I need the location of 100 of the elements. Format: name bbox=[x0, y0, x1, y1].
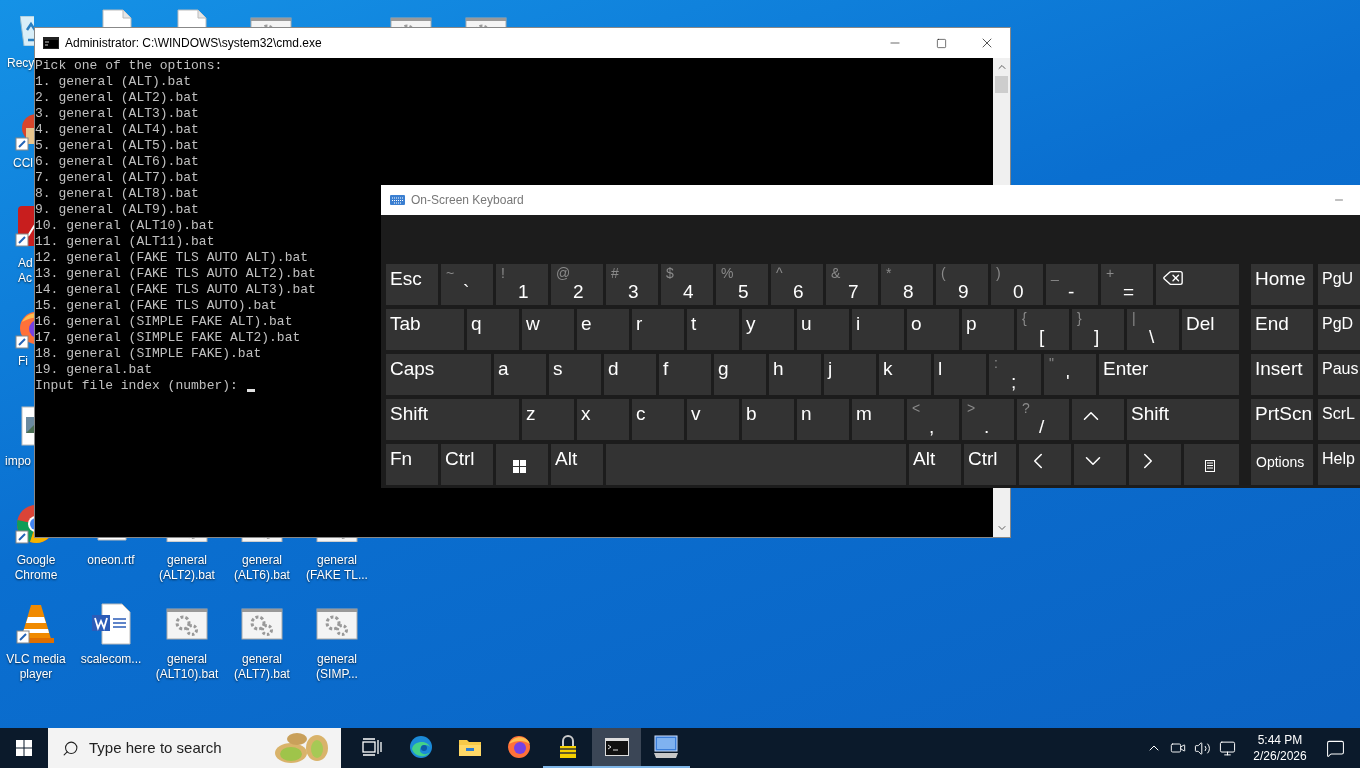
keyboard-key[interactable]: | \ bbox=[1127, 309, 1179, 350]
desktop-icon-label[interactable]: general (ALT6).bat bbox=[224, 553, 300, 583]
keyboard-key[interactable]: w bbox=[522, 309, 574, 350]
notification-icon[interactable] bbox=[1326, 738, 1345, 758]
keyboard-key[interactable]: h bbox=[769, 354, 821, 395]
keyboard-key[interactable]: Options bbox=[1251, 444, 1313, 485]
keyboard-key[interactable]: f bbox=[659, 354, 711, 395]
keyboard-key[interactable]: % 5 bbox=[716, 264, 768, 305]
keyboard-key[interactable]: r bbox=[632, 309, 684, 350]
keyboard-key[interactable]: Help bbox=[1318, 444, 1360, 485]
keyboard-key[interactable]: { [ bbox=[1017, 309, 1069, 350]
keyboard-key[interactable]: s bbox=[549, 354, 601, 395]
keyboard-key[interactable]: l bbox=[934, 354, 986, 395]
keyboard-key[interactable]: ^ 6 bbox=[771, 264, 823, 305]
keyboard-key[interactable]: PrtScn bbox=[1251, 399, 1313, 440]
keyboard-key[interactable]: c bbox=[632, 399, 684, 440]
search-input[interactable]: Type here to search bbox=[89, 736, 259, 760]
keyboard-key[interactable]: Alt bbox=[909, 444, 961, 485]
keyboard-key[interactable]: v bbox=[687, 399, 739, 440]
clock[interactable]: 5:44 PM 2/26/2026 bbox=[1242, 732, 1318, 764]
keyboard-key[interactable]: Caps bbox=[386, 354, 491, 395]
desktop-icon-label[interactable]: Ad Ac bbox=[18, 256, 34, 286]
keyboard-key[interactable]: & 7 bbox=[826, 264, 878, 305]
keyboard-key[interactable]: a bbox=[494, 354, 546, 395]
keyboard-key[interactable]: Alt bbox=[551, 444, 603, 485]
keyboard-key[interactable]: ScrL bbox=[1318, 399, 1360, 440]
keyboard-key[interactable]: " ' bbox=[1044, 354, 1096, 395]
camera-icon[interactable] bbox=[1170, 740, 1186, 756]
keyboard-key[interactable]: i bbox=[852, 309, 904, 350]
keyboard-key[interactable]: k bbox=[879, 354, 931, 395]
keyboard-key[interactable]: + = bbox=[1101, 264, 1153, 305]
keyboard-key[interactable]: PgD bbox=[1318, 309, 1360, 350]
keyboard-key[interactable]: b bbox=[742, 399, 794, 440]
desktop-icon-label[interactable]: general (FAKE TL... bbox=[299, 553, 375, 583]
keyboard-key[interactable]: z bbox=[522, 399, 574, 440]
keyboard-key[interactable]: _ - bbox=[1046, 264, 1098, 305]
keyboard-key[interactable]: t bbox=[687, 309, 739, 350]
keyboard-key[interactable]: o bbox=[907, 309, 959, 350]
keyboard-key[interactable]: @ 2 bbox=[551, 264, 603, 305]
keyboard-key[interactable]: Insert bbox=[1251, 354, 1313, 395]
keyboard-key[interactable]: m bbox=[852, 399, 904, 440]
scrollbar-thumb[interactable] bbox=[995, 76, 1008, 93]
keyboard-key[interactable]: ) 0 bbox=[991, 264, 1043, 305]
console-line: 6. general (ALT6).bat bbox=[35, 154, 199, 170]
desktop-icon-label[interactable]: impo bbox=[5, 454, 31, 469]
keyboard-key[interactable]: p bbox=[962, 309, 1014, 350]
search-field[interactable]: Type here to search bbox=[48, 728, 341, 768]
keyboard-key[interactable] bbox=[1184, 444, 1239, 485]
keyboard-key[interactable]: # 3 bbox=[606, 264, 658, 305]
keyboard-key[interactable]: Fn bbox=[386, 444, 438, 485]
keyboard-key[interactable]: Home bbox=[1251, 264, 1313, 305]
keyboard-key[interactable]: ~ ` bbox=[441, 264, 493, 305]
keyboard-key[interactable]: y bbox=[742, 309, 794, 350]
keyboard-key[interactable]: Shift bbox=[1127, 399, 1239, 440]
desktop-icon-label[interactable]: general (ALT2).bat bbox=[149, 553, 225, 583]
keyboard-key[interactable]: Paus bbox=[1318, 354, 1360, 395]
keyboard-key[interactable]: j bbox=[824, 354, 876, 395]
keyboard-key[interactable]: ? / bbox=[1017, 399, 1069, 440]
network-icon[interactable] bbox=[1219, 739, 1236, 757]
keyboard-key[interactable]: q bbox=[467, 309, 519, 350]
keyboard-key[interactable]: x bbox=[577, 399, 629, 440]
desktop-icon-label[interactable]: VLC media player bbox=[0, 652, 74, 682]
keyboard-key[interactable]: End bbox=[1251, 309, 1313, 350]
keyboard-key[interactable]: Shift bbox=[386, 399, 519, 440]
desktop-icon-label[interactable]: Google Chrome bbox=[0, 553, 74, 583]
keyboard-key[interactable]: g bbox=[714, 354, 766, 395]
keyboard-key[interactable]: Tab bbox=[386, 309, 464, 350]
keyboard-key[interactable]: Esc bbox=[386, 264, 438, 305]
edge-icon bbox=[408, 735, 433, 759]
keyboard-key[interactable] bbox=[1156, 264, 1239, 305]
keyboard-key[interactable]: < , bbox=[907, 399, 959, 440]
keyboard-key[interactable]: ! 1 bbox=[496, 264, 548, 305]
desktop-icon-label[interactable]: oneon.rtf bbox=[73, 553, 149, 568]
taskbar-app-button[interactable] bbox=[592, 728, 641, 768]
keyboard-key[interactable]: * 8 bbox=[881, 264, 933, 305]
keyboard-key[interactable]: : ; bbox=[989, 354, 1041, 395]
keyboard-key[interactable]: PgU bbox=[1318, 264, 1360, 305]
console-line: 12. general (FAKE TLS AUTO ALT).bat bbox=[35, 250, 309, 266]
keyboard-key[interactable]: > . bbox=[962, 399, 1014, 440]
keyboard-key[interactable]: ( 9 bbox=[936, 264, 988, 305]
desktop-icon-label[interactable]: Recy bbox=[7, 56, 35, 71]
keyboard-key[interactable]: Enter bbox=[1099, 354, 1239, 395]
keyboard-key[interactable]: e bbox=[577, 309, 629, 350]
keyboard-key[interactable]: Del bbox=[1182, 309, 1239, 350]
keyboard-key[interactable]: u bbox=[797, 309, 849, 350]
desktop-icon-label[interactable]: general (SIMP... bbox=[299, 652, 375, 682]
desktop-icon-label[interactable]: CCl bbox=[13, 156, 33, 171]
keyboard-key[interactable] bbox=[496, 444, 548, 485]
keyboard-key[interactable]: Ctrl bbox=[964, 444, 1016, 485]
desktop-icon-label[interactable]: general (ALT7).bat bbox=[224, 652, 300, 682]
console-line: 19. general.bat bbox=[35, 362, 153, 378]
desktop-icon-label[interactable]: scalecom... bbox=[73, 652, 149, 667]
desktop-icon-label[interactable]: Fi bbox=[18, 354, 28, 369]
keyboard-key[interactable]: $ 4 bbox=[661, 264, 713, 305]
desktop-icon-label[interactable]: general (ALT10).bat bbox=[149, 652, 225, 682]
keyboard-key[interactable]: d bbox=[604, 354, 656, 395]
speaker-icon[interactable] bbox=[1194, 739, 1211, 757]
keyboard-key[interactable]: n bbox=[797, 399, 849, 440]
keyboard-key[interactable]: Ctrl bbox=[441, 444, 493, 485]
keyboard-key[interactable]: } ] bbox=[1072, 309, 1124, 350]
